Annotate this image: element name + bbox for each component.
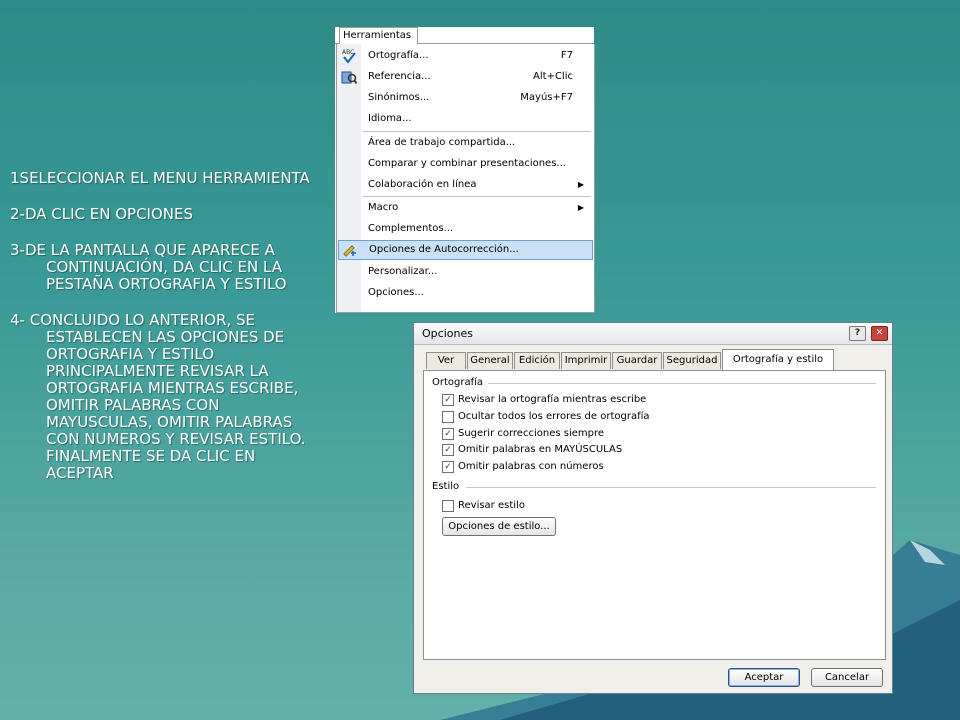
group-divider xyxy=(466,487,876,488)
group-divider xyxy=(488,383,876,384)
tab-ver[interactable]: Ver xyxy=(426,352,466,369)
menu-item-label: Opciones de Autocorrección... xyxy=(369,244,519,255)
research-icon xyxy=(341,71,357,85)
menu-item-shortcut: Mayús+F7 xyxy=(520,92,573,103)
checkbox-unchecked-icon xyxy=(442,411,454,423)
menu-item-label: Macro xyxy=(368,202,399,213)
menu-item-referencia[interactable]: Referencia... Alt+Clic xyxy=(337,67,594,87)
dialog-tabs: Ver General Edición Imprimir Guardar Seg… xyxy=(423,349,883,371)
group-estilo-label: Estilo xyxy=(432,481,460,492)
menu-item-label: Comparar y combinar presentaciones... xyxy=(368,158,566,169)
tab-guardar[interactable]: Guardar xyxy=(612,352,662,369)
menu-item-label: Colaboración en línea xyxy=(368,179,477,190)
checkbox-label: Revisar la ortografía mientras escribe xyxy=(458,394,647,405)
group-ortografia-label: Ortografía xyxy=(432,377,484,388)
checkbox-unchecked-icon xyxy=(442,500,454,512)
checkbox-label: Revisar estilo xyxy=(458,500,525,511)
tools-menu: Herramientas ABC Ortografía... F7 Refere… xyxy=(335,27,595,313)
menu-item-label: Idioma... xyxy=(368,113,412,124)
menu-bar: Herramientas xyxy=(335,27,594,45)
menu-item-ortografia[interactable]: ABC Ortografía... F7 xyxy=(337,46,594,66)
checkbox-checked-icon: ✓ xyxy=(442,428,454,440)
step-4: 4- CONCLUIDO LO ANTERIOR, SE ESTABLECEN … xyxy=(10,311,306,482)
menu-item-shortcut: F7 xyxy=(560,50,573,61)
checkbox-label: Sugerir correcciones siempre xyxy=(458,428,605,439)
menu-separator xyxy=(363,131,591,132)
tab-imprimir[interactable]: Imprimir xyxy=(561,352,611,369)
dialog-titlebar: Opciones ? ✕ xyxy=(414,323,892,345)
menu-item-autocorreccion[interactable]: Opciones de Autocorrección... xyxy=(338,240,593,260)
step-2: 2-DA CLIC EN OPCIONES xyxy=(10,205,194,223)
tab-seguridad[interactable]: Seguridad xyxy=(663,352,721,369)
tools-menu-dropdown: ABC Ortografía... F7 Referencia... Alt+C… xyxy=(336,44,595,313)
menu-herramientas[interactable]: Herramientas xyxy=(339,27,418,45)
menu-item-macro[interactable]: Macro ▶ xyxy=(337,198,594,218)
menu-item-shortcut: Alt+Clic xyxy=(533,71,573,82)
menu-item-label: Complementos... xyxy=(368,223,454,234)
menu-item-sinonimos[interactable]: Sinónimos... Mayús+F7 xyxy=(337,88,594,108)
menu-item-complementos[interactable]: Complementos... xyxy=(337,219,594,239)
checkbox-label: Omitir palabras en MAYÚSCULAS xyxy=(458,444,623,455)
tab-edicion[interactable]: Edición xyxy=(514,352,560,369)
menu-item-label: Opciones... xyxy=(368,287,424,298)
tab-general[interactable]: General xyxy=(467,352,513,369)
instructions: 1SELECCIONAR EL MENU HERRAMIENTA 2-DA CL… xyxy=(10,170,322,501)
menu-item-opciones[interactable]: Opciones... xyxy=(337,283,594,303)
menu-item-label: Ortografía... xyxy=(368,50,429,61)
menu-item-label: Sinónimos... xyxy=(368,92,430,103)
menu-item-label: Área de trabajo compartida... xyxy=(368,137,516,148)
tab-panel: Ortografía ✓ Revisar la ortografía mient… xyxy=(423,370,886,660)
menu-item-comparar[interactable]: Comparar y combinar presentaciones... xyxy=(337,154,594,174)
menu-item-idioma[interactable]: Idioma... xyxy=(337,109,594,129)
menu-item-area-trabajo[interactable]: Área de trabajo compartida... xyxy=(337,133,594,153)
submenu-arrow-icon: ▶ xyxy=(577,203,584,212)
options-dialog: Opciones ? ✕ Ver General Edición Imprimi… xyxy=(413,322,893,694)
checkbox-label: Omitir palabras con números xyxy=(458,461,604,472)
cancel-button[interactable]: Cancelar xyxy=(811,668,883,687)
tab-ortografia-estilo[interactable]: Ortografía y estilo xyxy=(722,349,834,370)
autocorrect-icon xyxy=(343,245,356,257)
menu-separator xyxy=(363,196,591,197)
dialog-title: Opciones xyxy=(422,327,473,340)
spelling-abc-icon: ABC xyxy=(342,49,356,64)
checkbox-checked-icon: ✓ xyxy=(442,444,454,456)
step-1: 1SELECCIONAR EL MENU HERRAMIENTA xyxy=(10,169,310,187)
close-button[interactable]: ✕ xyxy=(871,326,888,341)
menu-item-personalizar[interactable]: Personalizar... xyxy=(337,262,594,282)
menu-item-label: Personalizar... xyxy=(368,266,438,277)
checkbox-label: Ocultar todos los errores de ortografía xyxy=(458,411,650,422)
menu-item-colaboracion[interactable]: Colaboración en línea ▶ xyxy=(337,175,594,195)
accept-button[interactable]: Aceptar xyxy=(728,668,800,687)
help-button[interactable]: ? xyxy=(849,326,866,341)
checkbox-checked-icon: ✓ xyxy=(442,461,454,473)
style-options-button[interactable]: Opciones de estilo... xyxy=(442,517,556,536)
step-3: 3-DE LA PANTALLA QUE APARECE A CONTINUAC… xyxy=(10,241,287,293)
menu-item-label: Referencia... xyxy=(368,71,431,82)
submenu-arrow-icon: ▶ xyxy=(577,180,584,189)
checkbox-checked-icon: ✓ xyxy=(442,394,454,406)
